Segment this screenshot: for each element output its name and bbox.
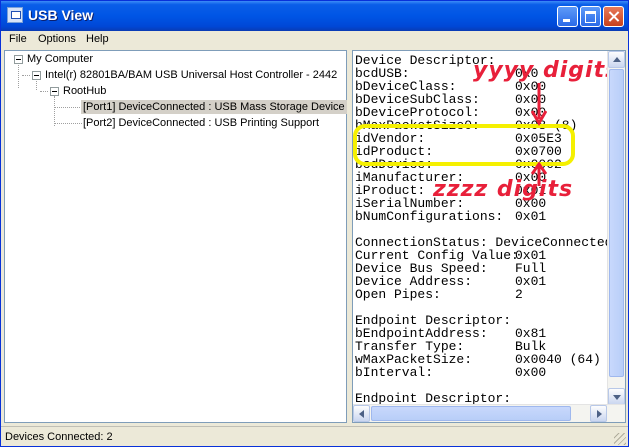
scroll-down-button[interactable] [608, 388, 625, 405]
usb-view-window: USB View File Options Help My Computer I… [0, 0, 629, 447]
highlight-ellipse [353, 124, 575, 166]
tree-item-roothub[interactable]: RootHub [63, 84, 106, 98]
hscroll-thumb[interactable] [371, 406, 571, 421]
minimize-button[interactable] [557, 6, 578, 27]
menu-help[interactable]: Help [86, 33, 109, 45]
menu-file[interactable]: File [9, 33, 27, 45]
scroll-right-button[interactable] [590, 405, 607, 422]
detail-line: Open Pipes: 2 [355, 287, 523, 302]
chevron-right-icon [597, 410, 602, 418]
devices-connected-status: Devices Connected: 2 [5, 431, 113, 443]
detail-value: 0x00 [515, 365, 547, 380]
title-bar[interactable]: USB View [1, 1, 628, 31]
window-title: USB View [28, 7, 94, 23]
detail-value: 2 [515, 287, 523, 302]
tree-item-port2[interactable]: [Port2] DeviceConnected : USB Printing S… [83, 116, 319, 130]
horizontal-scrollbar[interactable] [353, 404, 625, 422]
annotation-vendor: yyyy digits [473, 58, 620, 83]
chevron-left-icon [359, 410, 364, 418]
usb-app-icon [7, 7, 23, 23]
annotation-product: zzzz digits [433, 177, 574, 202]
detail-label: bInterval: [355, 365, 434, 380]
scroll-thumb[interactable] [609, 69, 624, 377]
detail-label: Open Pipes: [355, 287, 441, 302]
detail-line: bInterval: 0x00 [355, 365, 546, 380]
maximize-button[interactable] [580, 6, 601, 27]
chevron-down-icon [613, 395, 621, 400]
arrow-down-icon [531, 83, 547, 126]
scroll-left-button[interactable] [353, 405, 370, 422]
detail-value: 0x01 [515, 209, 547, 224]
status-bar: Devices Connected: 2 [1, 426, 628, 447]
collapse-controller-icon[interactable] [32, 71, 41, 80]
scroll-up-button[interactable] [608, 51, 625, 68]
tree-item-port1[interactable]: [Port1] DeviceConnected : USB Mass Stora… [81, 100, 347, 114]
arrow-up-icon [531, 162, 547, 186]
menu-bar: File Options Help [1, 31, 628, 49]
tree-item-my-computer[interactable]: My Computer [27, 52, 93, 66]
device-tree[interactable]: My Computer Intel(r) 82801BA/BAM USB Uni… [4, 50, 347, 423]
detail-label: bNumConfigurations: [355, 209, 504, 224]
resize-grip-icon[interactable] [614, 433, 626, 445]
chevron-up-icon [613, 57, 621, 62]
detail-line: bNumConfigurations: 0x01 [355, 209, 546, 224]
close-button[interactable] [603, 6, 624, 27]
collapse-roothub-icon[interactable] [50, 87, 59, 96]
menu-options[interactable]: Options [38, 33, 76, 45]
device-details-pane[interactable]: Device Descriptor: bcdUSB: 0x0 bDeviceClass… [352, 50, 626, 423]
collapse-my-computer-icon[interactable] [14, 55, 23, 64]
tree-item-host-controller[interactable]: Intel(r) 82801BA/BAM USB Universal Host … [45, 68, 337, 82]
vertical-scrollbar[interactable] [607, 51, 625, 405]
detail-label: Endpoint Descriptor: [355, 391, 512, 405]
details-text: Device Descriptor: bcdUSB: 0x0 bDeviceClass… [355, 54, 609, 405]
